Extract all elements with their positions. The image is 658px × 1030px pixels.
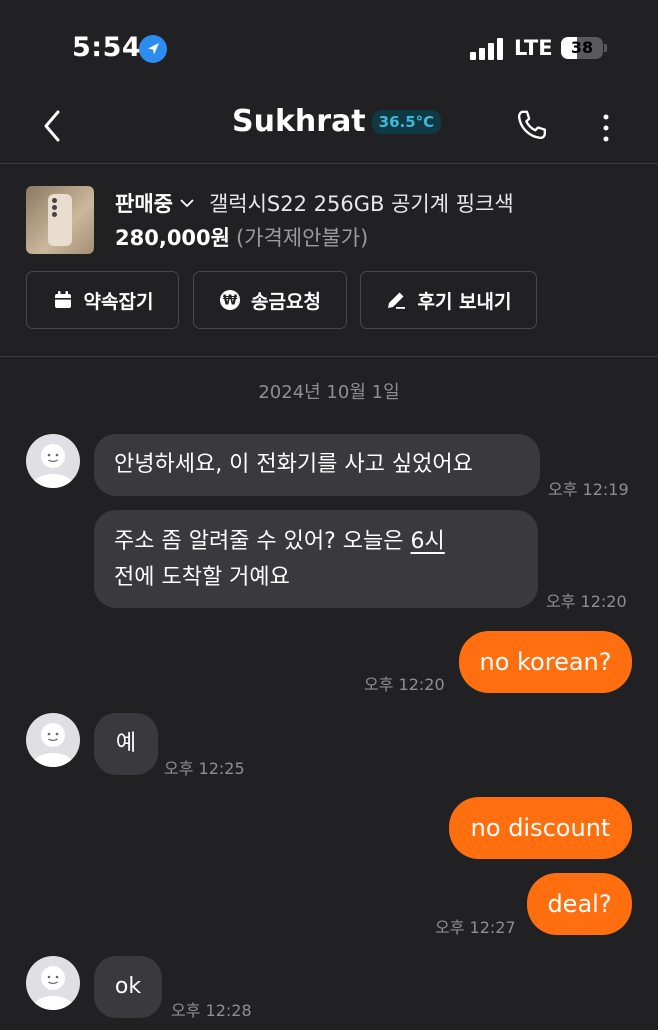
chevron-down-icon[interactable]	[179, 195, 195, 211]
message-incoming[interactable]: 안녕하세요, 이 전화기를 사고 싶었어요	[94, 434, 540, 496]
message-text-line1: 주소 좀 알려줄 수 있어? 오늘은	[114, 529, 411, 554]
status-time: 5:54	[72, 32, 142, 63]
product-price: 280,000원	[115, 226, 230, 250]
message-outgoing[interactable]: no discount	[449, 797, 632, 859]
review-label: 후기 보내기	[417, 290, 512, 313]
chat-header: Sukhrat 36.5°C	[0, 92, 658, 162]
appointment-button[interactable]: 약속잡기	[26, 271, 179, 329]
product-price-line: 280,000원 (가격제안불가)	[115, 222, 368, 252]
appointment-label: 약속잡기	[83, 290, 154, 313]
product-thumbnail[interactable]	[26, 186, 94, 254]
network-type: LTE	[514, 36, 553, 60]
battery-percent: 38	[570, 38, 594, 57]
product-status[interactable]: 판매중	[115, 188, 173, 218]
message-text: 안녕하세요, 이 전화기를 사고 싶었어요	[114, 452, 473, 477]
battery-tip	[604, 44, 607, 52]
message-outgoing[interactable]: no korean?	[459, 631, 632, 693]
avatar-icon	[31, 966, 75, 1010]
message-text: no discount	[470, 814, 611, 842]
avatar[interactable]	[26, 434, 80, 488]
message-incoming[interactable]: 예	[94, 713, 158, 775]
message-incoming[interactable]: ok	[94, 956, 162, 1018]
header-divider	[0, 163, 658, 164]
message-incoming[interactable]: 주소 좀 알려줄 수 있어? 오늘은 6시 전에 도착할 거예요	[94, 510, 538, 608]
message-outgoing[interactable]: deal?	[527, 873, 632, 935]
message-time: 오후 12:28	[171, 1001, 252, 1020]
chat-title: Sukhrat	[232, 104, 366, 139]
price-note: (가격제안불가)	[235, 226, 369, 250]
battery-icon: 38	[561, 37, 603, 59]
camera-lens	[52, 198, 57, 203]
calendar-icon	[54, 291, 71, 308]
product-info-line: 판매중 갤럭시S22 256GB 공기계 핑크색	[115, 188, 514, 218]
avatar[interactable]	[26, 956, 80, 1010]
review-button[interactable]: 후기 보내기	[360, 271, 537, 329]
message-text-line2: 전에 도착할 거예요	[114, 565, 290, 590]
signal-icon	[470, 38, 504, 60]
phone-icon[interactable]	[512, 106, 552, 146]
money-request-label: 송금요청	[251, 290, 321, 313]
product-divider	[0, 356, 658, 357]
pencil-icon	[388, 292, 406, 309]
product-name: 갤럭시S22 256GB 공기계 핑크색	[208, 192, 514, 216]
avatar-icon	[31, 444, 75, 488]
avatar[interactable]	[26, 713, 80, 767]
chat-date: 2024년 10월 1일	[258, 382, 400, 403]
more-icon[interactable]	[596, 110, 616, 146]
money-request-button[interactable]: ₩ 송금요청	[193, 271, 347, 329]
message-text: ok	[114, 974, 142, 999]
manner-temperature-badge: 36.5°C	[371, 109, 442, 134]
message-text: deal?	[547, 890, 612, 918]
avatar-icon	[31, 723, 75, 767]
message-time: 오후 12:25	[164, 759, 245, 778]
chat-title-group: Sukhrat 36.5°C	[232, 104, 442, 139]
message-text-link[interactable]: 6시	[411, 529, 445, 554]
message-time: 오후 12:19	[548, 480, 629, 499]
message-time: 오후 12:20	[364, 675, 445, 694]
back-icon[interactable]	[38, 106, 68, 146]
won-icon: ₩	[220, 290, 241, 310]
svg-text:₩: ₩	[223, 294, 238, 309]
message-time: 오후 12:20	[546, 592, 627, 611]
message-time: 오후 12:27	[435, 918, 516, 937]
location-arrow-icon	[139, 35, 167, 63]
message-text: 예	[115, 731, 137, 756]
status-bar: 5:54 LTE 38	[0, 0, 658, 90]
message-text: no korean?	[479, 648, 612, 676]
